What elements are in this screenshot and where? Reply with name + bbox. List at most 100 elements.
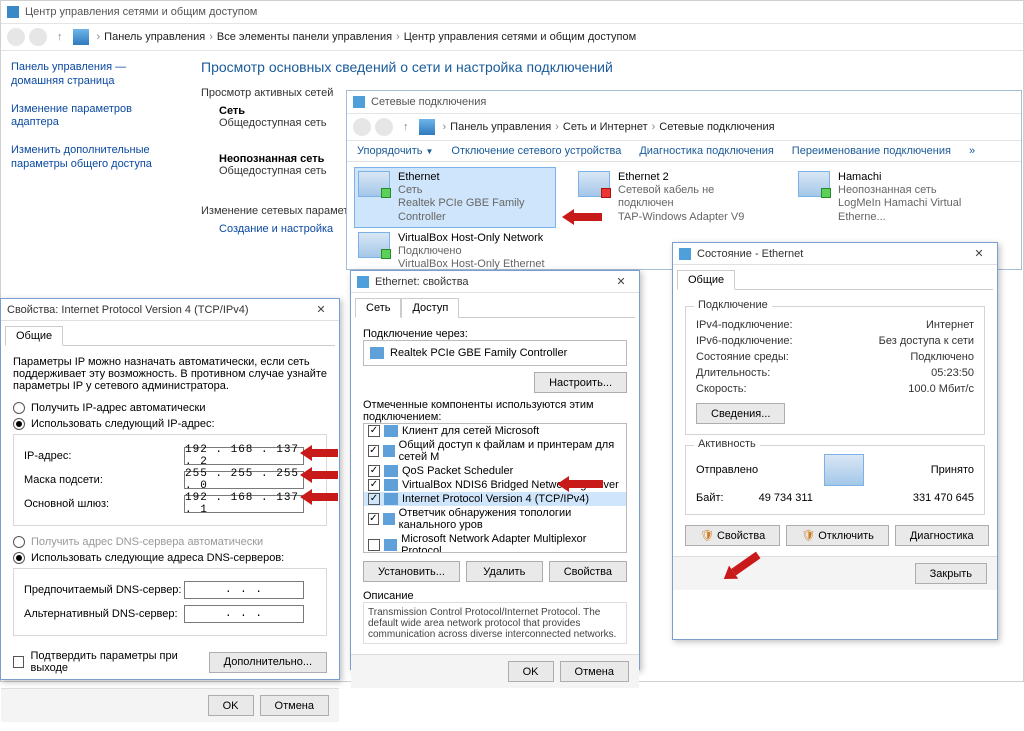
rename-button[interactable]: Переименование подключения	[792, 145, 951, 157]
checkbox-icon[interactable]	[368, 513, 379, 525]
gateway-label: Основной шлюз:	[24, 498, 184, 510]
confirm-on-exit-checkbox[interactable]: Подтвердить параметры при выходе	[13, 650, 209, 674]
window-title: Центр управления сетями и общим доступом	[25, 6, 257, 18]
status-title: Состояние - Ethernet	[697, 248, 803, 260]
adapter-device: TAP-Windows Adapter V9	[618, 211, 772, 224]
component-row[interactable]: Общий доступ к файлам и принтерам для се…	[364, 438, 626, 464]
component-row[interactable]: Ответчик обнаружения топологии канальног…	[364, 506, 626, 532]
properties-button[interactable]: 🛡Свойства	[685, 525, 780, 546]
breadcrumb-3[interactable]: Центр управления сетями и общим доступом	[404, 31, 636, 43]
status-body: Подключение IPv4-подключение:Интернет IP…	[673, 290, 997, 556]
configure-button[interactable]: Настроить...	[534, 372, 627, 393]
cancel-button[interactable]: Отмена	[260, 695, 329, 716]
component-icon	[383, 513, 395, 525]
tab-network[interactable]: Сеть	[355, 298, 401, 318]
tab-general[interactable]: Общие	[5, 326, 63, 346]
breadcrumb-1[interactable]: Панель управления	[104, 31, 205, 43]
close-button[interactable]: Закрыть	[915, 563, 987, 584]
nc-icon	[353, 96, 365, 108]
ok-button[interactable]: OK	[208, 695, 254, 716]
breadcrumb-2[interactable]: Все элементы панели управления	[217, 31, 392, 43]
adapter-name: VirtualBox Host-Only Network	[398, 232, 552, 245]
component-icon	[384, 425, 398, 437]
adapter-name: Ethernet	[398, 171, 552, 184]
nc-up[interactable]: ↑	[403, 121, 409, 133]
activity-group-title: Активность	[694, 438, 760, 450]
component-icon	[383, 445, 395, 457]
status-row: IPv6-подключение:Без доступа к сети	[696, 335, 974, 347]
advanced-button[interactable]: Дополнительно...	[209, 652, 327, 673]
close-icon[interactable]: ✕	[967, 247, 991, 260]
checkbox-icon[interactable]	[368, 493, 380, 505]
tab-general[interactable]: Общие	[677, 270, 735, 290]
radio-ip-auto[interactable]: Получить IP-адрес автоматически	[13, 402, 327, 414]
ipv4-title: Свойства: Internet Protocol Version 4 (T…	[7, 304, 249, 316]
checkbox-icon[interactable]	[368, 539, 380, 551]
left-link-adapter[interactable]: Изменение параметров адаптера	[11, 103, 177, 131]
component-row[interactable]: VirtualBox NDIS6 Bridged Networking Driv…	[364, 478, 626, 492]
status-tabs: Общие	[677, 269, 993, 290]
left-link-home[interactable]: Панель управления — домашняя страница	[11, 61, 177, 89]
sent-label: Отправлено	[696, 464, 758, 476]
checkbox-icon[interactable]	[368, 445, 379, 457]
checkbox-icon[interactable]	[368, 425, 380, 437]
adapter-hamachi[interactable]: Hamachi Неопознанная сеть LogMeIn Hamach…	[795, 168, 995, 227]
remove-button[interactable]: Удалить	[466, 561, 543, 582]
organize-menu[interactable]: Упорядочить▼	[357, 145, 433, 157]
left-link-sharing[interactable]: Изменить дополнительные параметры общего…	[11, 144, 177, 172]
component-icon	[384, 493, 398, 505]
nc-back[interactable]	[353, 118, 371, 136]
disable-button[interactable]: 🛡Отключить	[786, 525, 889, 546]
app-icon	[7, 6, 19, 18]
radio-dns-manual[interactable]: Использовать следующие адреса DNS-сервер…	[13, 552, 327, 564]
mask-input[interactable]: 255 . 255 . 255 . 0	[184, 471, 304, 489]
back-button[interactable]	[7, 28, 25, 46]
adapter-name-text: Realtek PCIe GBE Family Controller	[390, 347, 567, 359]
ip-input[interactable]: 192 . 168 . 137 . 2	[184, 447, 304, 465]
breadcrumb-bar: ↑ › Панель управления › Все элементы пан…	[1, 23, 1023, 51]
dns1-input[interactable]: . . .	[184, 581, 304, 599]
up-button[interactable]: ↑	[57, 31, 63, 43]
adapter-ethernet2[interactable]: Ethernet 2 Сетевой кабель не подключен T…	[575, 168, 775, 227]
details-button[interactable]: Сведения...	[696, 403, 785, 424]
component-row-ipv4[interactable]: Internet Protocol Version 4 (TCP/IPv4)	[364, 492, 626, 506]
checkbox-icon[interactable]	[368, 479, 380, 491]
dns2-input[interactable]: . . .	[184, 605, 304, 623]
disable-device-button[interactable]: Отключение сетевого устройства	[451, 145, 621, 157]
tab-access[interactable]: Доступ	[401, 298, 459, 318]
nc-bc-2[interactable]: Сеть и Интернет	[563, 121, 648, 133]
install-button[interactable]: Установить...	[363, 561, 460, 582]
component-row[interactable]: Клиент для сетей Microsoft	[364, 424, 626, 438]
component-row[interactable]: Microsoft Network Adapter Multiplexor Pr…	[364, 532, 626, 553]
radio-icon	[13, 418, 25, 430]
nc-bc-3[interactable]: Сетевые подключения	[659, 121, 774, 133]
component-icon	[384, 539, 398, 551]
nc-bc-1[interactable]: Панель управления	[450, 121, 551, 133]
components-list[interactable]: Клиент для сетей Microsoft Общий доступ …	[363, 423, 627, 553]
connect-via-label: Подключение через:	[363, 328, 627, 340]
ethernet-properties-dialog: Ethernet: свойства ✕ Сеть Доступ Подключ…	[350, 270, 640, 670]
properties-button[interactable]: Свойства	[549, 561, 627, 582]
more-button[interactable]: »	[969, 145, 975, 157]
component-icon	[384, 465, 398, 477]
adapter-box: Realtek PCIe GBE Family Controller	[363, 340, 627, 366]
nc-forward[interactable]	[375, 118, 393, 136]
diagnose-button[interactable]: Диагностика	[895, 525, 989, 546]
forward-button[interactable]	[29, 28, 47, 46]
gateway-input[interactable]: 192 . 168 . 137 . 1	[184, 495, 304, 513]
radio-dns-auto: Получить адрес DNS-сервера автоматически	[13, 536, 327, 548]
component-icon	[384, 479, 398, 491]
radio-ip-manual[interactable]: Использовать следующий IP-адрес:	[13, 418, 327, 430]
status-row: Состояние среды:Подключено	[696, 351, 974, 363]
close-icon[interactable]: ✕	[609, 275, 633, 288]
mask-label: Маска подсети:	[24, 474, 184, 486]
adapter-icon	[370, 347, 384, 359]
close-icon[interactable]: ✕	[309, 303, 333, 316]
cancel-button[interactable]: Отмена	[560, 661, 629, 682]
adapter-ethernet[interactable]: Ethernet Сеть Realtek PCIe GBE Family Co…	[355, 168, 555, 227]
connection-group-title: Подключение	[694, 299, 772, 311]
diagnose-button[interactable]: Диагностика подключения	[639, 145, 773, 157]
component-row[interactable]: QoS Packet Scheduler	[364, 464, 626, 478]
ok-button[interactable]: OK	[508, 661, 554, 682]
checkbox-icon[interactable]	[368, 465, 380, 477]
